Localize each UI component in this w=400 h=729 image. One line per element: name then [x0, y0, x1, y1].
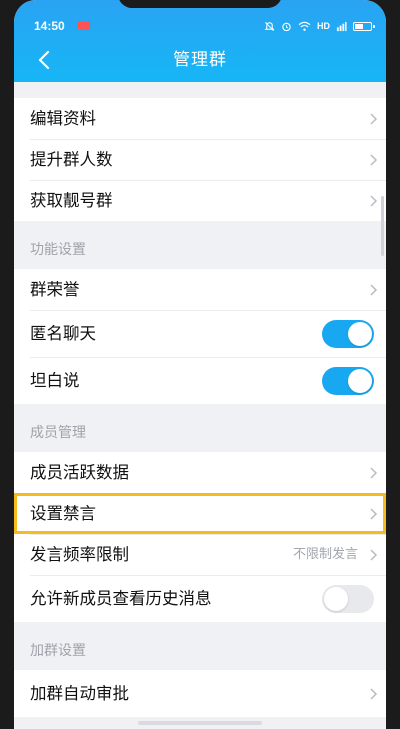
- chevron-right-icon: [370, 283, 378, 296]
- row-label: 加群自动审批: [30, 684, 129, 703]
- member-management-section: 成员活跃数据 设置禁言 发言频率限制 不限制发言 允许新成员查看历史消息: [14, 452, 386, 622]
- chevron-right-icon: [370, 507, 378, 520]
- function-settings-section: 群荣誉 匿名聊天 坦白说: [14, 269, 386, 404]
- mute-icon: [264, 21, 275, 31]
- section-header-join: 加群设置: [30, 643, 86, 659]
- scrollbar[interactable]: [381, 196, 384, 256]
- member-activity-row[interactable]: 成员活跃数据: [14, 452, 386, 493]
- row-label: 获取靓号群: [30, 191, 113, 210]
- chevron-right-icon: [370, 112, 378, 125]
- edit-profile-row[interactable]: 编辑资料: [14, 98, 386, 139]
- phone-screen: 14:50 HD 管理群 编辑资料 提升群人数 获取靓号群 功能设置 群荣誉 匿…: [14, 0, 386, 729]
- group-info-section: 编辑资料 提升群人数 获取靓号群: [14, 98, 386, 221]
- chevron-right-icon: [370, 194, 378, 207]
- history-access-row: 允许新成员查看历史消息: [14, 575, 386, 622]
- row-label: 发言频率限制: [30, 545, 129, 564]
- status-icons: HD: [264, 14, 375, 38]
- battery-icon: [353, 21, 375, 31]
- premium-number-row[interactable]: 获取靓号群: [14, 180, 386, 221]
- group-honor-row[interactable]: 群荣誉: [14, 269, 386, 310]
- chevron-right-icon: [370, 548, 378, 561]
- chevron-right-icon: [370, 687, 378, 700]
- notification-badge-icon: [78, 21, 90, 30]
- auto-approve-row[interactable]: 加群自动审批: [14, 670, 386, 717]
- network-type: HD: [317, 21, 330, 31]
- settings-list: 编辑资料 提升群人数 获取靓号群 功能设置 群荣誉 匿名聊天 坦白说 成员管理 …: [14, 82, 386, 717]
- app-header: 14:50 HD 管理群: [14, 0, 386, 82]
- camera-notch: [118, 0, 282, 8]
- signal-icon: [336, 21, 347, 31]
- anonymous-chat-row: 匿名聊天: [14, 310, 386, 357]
- row-label: 群荣誉: [30, 280, 80, 299]
- alarm-icon: [282, 22, 291, 31]
- row-label: 坦白说: [30, 371, 80, 390]
- home-indicator: [138, 721, 262, 725]
- row-label: 成员活跃数据: [30, 463, 129, 482]
- section-header-members: 成员管理: [30, 425, 86, 441]
- history-access-toggle[interactable]: [322, 584, 374, 613]
- chevron-right-icon: [370, 466, 378, 479]
- row-label: 编辑资料: [30, 109, 96, 128]
- nav-bar: 管理群: [14, 40, 386, 80]
- page-title: 管理群: [173, 50, 227, 70]
- wifi-icon: [298, 21, 311, 31]
- row-label: 匿名聊天: [30, 324, 96, 343]
- status-bar: 14:50 HD: [14, 14, 386, 38]
- set-mute-row[interactable]: 设置禁言: [14, 493, 386, 534]
- anonymous-chat-toggle[interactable]: [322, 319, 374, 348]
- confession-row: 坦白说: [14, 357, 386, 404]
- section-header-function: 功能设置: [30, 242, 86, 258]
- join-settings-section: 加群自动审批: [14, 670, 386, 717]
- row-label: 允许新成员查看历史消息: [30, 589, 212, 608]
- row-label: 设置禁言: [30, 504, 96, 523]
- increase-members-row[interactable]: 提升群人数: [14, 139, 386, 180]
- row-label: 提升群人数: [30, 150, 113, 169]
- row-value: 不限制发言: [292, 547, 358, 562]
- status-time: 14:50: [34, 19, 65, 33]
- chevron-right-icon: [370, 153, 378, 166]
- confession-toggle[interactable]: [322, 366, 374, 395]
- speech-frequency-row[interactable]: 发言频率限制 不限制发言: [14, 534, 386, 575]
